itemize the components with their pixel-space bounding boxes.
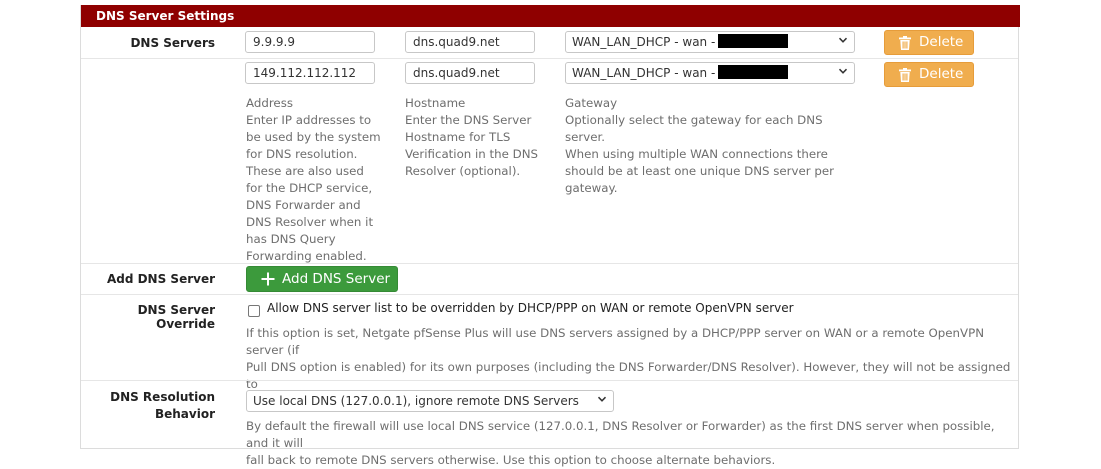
dns-server-row-2: 149.112.112.112 dns.quad9.net WAN_LAN_DH…: [81, 58, 1018, 264]
help-line: should be at least one unique DNS server…: [565, 164, 834, 178]
help-line: Hostname for TLS: [405, 130, 511, 144]
dns-resolution-row: DNS Resolution Behavior Use local DNS (1…: [81, 380, 1018, 467]
delete-button-2[interactable]: Delete: [884, 62, 974, 87]
help-line: By default the firewall will use local D…: [246, 419, 995, 450]
dns-override-checkbox[interactable]: [248, 305, 260, 317]
dns-resolution-label-line1: DNS Resolution: [110, 390, 215, 404]
help-line: These are also used: [246, 164, 364, 178]
help-line: for the DHCP service,: [246, 181, 373, 195]
dns-hostname-input-1[interactable]: dns.quad9.net: [405, 31, 535, 53]
dns-resolution-label-line2: Behavior: [154, 407, 215, 421]
help-line: Enter the DNS Server: [405, 113, 532, 127]
trash-icon: [899, 68, 911, 82]
help-line: has DNS Query: [246, 232, 336, 246]
dns-gateway-value-1: WAN_LAN_DHCP - wan -: [572, 35, 716, 49]
help-line: DNS Resolver when it: [246, 215, 374, 229]
dns-resolution-help: By default the firewall will use local D…: [246, 418, 1016, 469]
help-line: Enter IP addresses to: [246, 113, 372, 127]
add-dns-server-button-label: Add DNS Server: [282, 271, 391, 287]
hostname-help: Hostname Enter the DNS Server Hostname f…: [405, 95, 555, 180]
dns-server-settings-panel: DNS Server Settings DNS Servers 9.9.9.9 …: [80, 5, 1020, 467]
help-line: When using multiple WAN connections ther…: [565, 147, 828, 161]
delete-button-label-2: Delete: [919, 66, 964, 82]
address-help-title: Address: [246, 96, 293, 110]
help-line: Verification in the DNS: [405, 147, 539, 161]
chevron-down-icon: [597, 396, 607, 402]
help-line: be used by the system: [246, 130, 381, 144]
redaction-block: [718, 34, 789, 48]
address-help: Address Enter IP addresses to be used by…: [246, 95, 386, 265]
redaction-block: [718, 65, 789, 79]
add-dns-server-row: Add DNS Server Add DNS Server: [81, 263, 1018, 295]
help-line: DNS Forwarder and: [246, 198, 361, 212]
chevron-down-icon: [838, 68, 848, 74]
plus-icon: [261, 272, 275, 286]
dns-resolution-selected: Use local DNS (127.0.0.1), ignore remote…: [253, 394, 579, 408]
panel-title: DNS Server Settings: [81, 5, 1020, 27]
dns-resolution-select[interactable]: Use local DNS (127.0.0.1), ignore remote…: [246, 390, 614, 412]
dns-gateway-select-2[interactable]: WAN_LAN_DHCP - wan -: [565, 62, 855, 84]
delete-button-1[interactable]: Delete: [884, 30, 974, 55]
dns-resolution-label: DNS Resolution Behavior: [110, 389, 215, 423]
dns-gateway-value-2: WAN_LAN_DHCP - wan -: [572, 66, 716, 80]
help-line: gateway.: [565, 181, 618, 195]
help-line: for DNS resolution.: [246, 147, 358, 161]
trash-icon: [899, 36, 911, 50]
dns-override-row: DNS Server Override Allow DNS server lis…: [81, 294, 1018, 408]
gateway-help-title: Gateway: [565, 96, 618, 110]
help-line: Resolver (optional).: [405, 164, 521, 178]
gateway-help: Gateway Optionally select the gateway fo…: [565, 95, 865, 197]
dns-address-input-2[interactable]: 149.112.112.112: [245, 62, 375, 84]
help-line: If this option is set, Netgate pfSense P…: [246, 326, 985, 357]
dns-address-input-1[interactable]: 9.9.9.9: [245, 31, 375, 53]
dns-override-label: DNS Server Override: [137, 303, 215, 331]
add-dns-server-button[interactable]: Add DNS Server: [246, 266, 398, 292]
dns-servers-label: DNS Servers: [130, 36, 215, 50]
dns-override-checkbox-label[interactable]: Allow DNS server list to be overridden b…: [267, 301, 794, 315]
help-line: Optionally select the gateway for each D…: [565, 113, 823, 144]
chevron-down-icon: [838, 37, 848, 43]
delete-button-label-1: Delete: [919, 34, 964, 50]
dns-server-row-1: DNS Servers 9.9.9.9 dns.quad9.net WAN_LA…: [81, 27, 1018, 58]
hostname-help-title: Hostname: [405, 96, 466, 110]
add-dns-server-label: Add DNS Server: [106, 272, 215, 286]
dns-gateway-select-1[interactable]: WAN_LAN_DHCP - wan -: [565, 31, 855, 53]
dns-hostname-input-2[interactable]: dns.quad9.net: [405, 62, 535, 84]
